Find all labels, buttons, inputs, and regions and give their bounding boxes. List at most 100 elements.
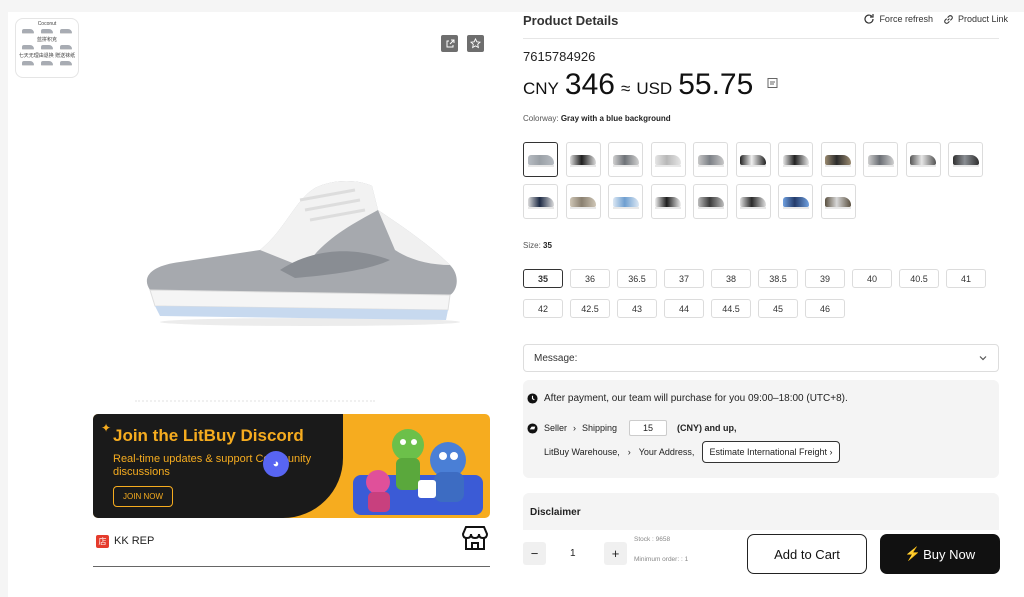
estimate-freight-button[interactable]: Estimate International Freight › [702,441,840,463]
product-id: 7615784926 [523,49,596,64]
approx-sign: ≈ [620,79,631,98]
shipping-value-field[interactable]: 15 [629,420,668,436]
size-option[interactable]: 46 [805,299,845,318]
header-divider [523,38,999,39]
size-option[interactable]: 38 [711,269,751,288]
colorway-swatch[interactable] [905,142,941,177]
colorway-swatch[interactable] [735,184,771,219]
chevron-right-icon: › [829,447,833,457]
colorway-shoe-thumbnail [612,196,639,209]
refresh-icon [864,14,875,24]
disclaimer-title[interactable]: Disclaimer [530,507,581,518]
chevron-right-icon: › [573,423,577,433]
size-option[interactable]: 40 [852,269,892,288]
colorway-swatch[interactable] [693,142,728,177]
colorway-shoe-thumbnail [867,154,894,167]
colorway-swatch[interactable] [523,184,558,219]
size-option[interactable]: 36.5 [617,269,657,288]
message-dropdown[interactable]: Message: [523,344,999,372]
route-row: LitBuy Warehouse, › Your Address, Estima… [544,441,840,463]
size-option[interactable]: 44.5 [711,299,751,318]
colorway-shoe-thumbnail [527,196,554,209]
colorway-shoe-thumbnail [740,154,766,167]
gallery-thumbnail[interactable]: Coconut 蓝拼积克 七天无理由退换 赠送袜纸 [15,18,79,78]
product-image [110,150,460,330]
minimum-order-text: Minimum order: : 1 [634,556,689,563]
banner-title: Join the LitBuy Discord [113,426,304,445]
colorway-shoe-thumbnail [825,154,851,167]
colorway-swatch[interactable] [820,142,856,177]
shop-badge: 店 [96,535,109,548]
chevron-down-icon [979,356,987,361]
estimate-freight-label: Estimate International Freight [709,447,827,457]
add-to-cart-button[interactable]: Add to Cart [747,534,867,574]
colorway-swatch[interactable] [523,142,558,177]
size-option[interactable]: 43 [617,299,657,318]
thumb-line2: 七天无理由退换 赠送袜纸 [18,53,76,59]
size-option[interactable]: 42 [523,299,563,318]
colorway-swatch[interactable] [863,142,898,177]
colorway-shoe-thumbnail [825,196,851,209]
size-option[interactable]: 42.5 [570,299,610,318]
colorway-swatch[interactable] [565,142,601,177]
size-option[interactable]: 40.5 [899,269,939,288]
colorway-swatch[interactable] [693,184,728,219]
quantity-minus-button[interactable]: − [523,542,546,565]
size-option[interactable]: 37 [664,269,704,288]
lightning-icon: ⚡ [904,546,922,561]
force-refresh-label: Force refresh [879,14,933,24]
shop-name[interactable]: KK REP [114,535,154,547]
colorway-swatch[interactable] [608,184,643,219]
shop-row[interactable]: 店 KK REP [93,526,490,567]
share-icon[interactable] [441,35,458,52]
star-icon[interactable] [467,35,484,52]
discord-banner[interactable]: ✦ Join the LitBuy Discord Real-time upda… [93,414,490,518]
size-label: Size: [523,241,541,250]
colorway-swatch[interactable] [948,142,983,177]
usd-label: USD [636,79,673,98]
size-option[interactable]: 35 [523,269,563,288]
size-option[interactable]: 38.5 [758,269,798,288]
size-option[interactable]: 36 [570,269,610,288]
disclaimer-box [523,493,999,533]
colorway-swatch[interactable] [650,184,686,219]
force-refresh-button[interactable]: Force refresh [863,13,933,25]
size-selected: Size: 35 [523,241,552,250]
chevron-right-icon: › [627,447,631,457]
notice-text: After payment, our team will purchase fo… [544,393,848,404]
colorway-shoe-thumbnail [782,196,809,209]
colorway-swatch[interactable] [650,142,686,177]
size-option[interactable]: 45 [758,299,798,318]
buy-now-button[interactable]: ⚡ Buy Now [880,534,1000,574]
colorway-shoe-thumbnail [952,154,979,167]
add-to-cart-label: Add to Cart [774,546,840,562]
colorway-swatch[interactable] [608,142,643,177]
join-now-button[interactable]: JOIN NOW [113,486,173,507]
colorway-swatch[interactable] [778,142,813,177]
colorway-shoe-thumbnail [655,196,681,209]
colorway-swatch[interactable] [735,142,771,177]
colorway-swatch[interactable] [820,184,856,219]
usd-price: 55.75 [678,68,754,101]
link-icon [944,14,953,24]
edit-icon[interactable] [767,76,779,94]
colorway-swatch[interactable] [778,184,813,219]
size-option[interactable]: 39 [805,269,845,288]
size-options: 35 36 36.5 37 38 38.5 39 40 40.5 41 42 42.5 43 44 44.5… [523,269,1003,318]
price: CNY 346 ≈ USD 55.75 [523,68,779,102]
store-icon[interactable] [460,524,490,557]
colorway-shoe-thumbnail [697,154,724,167]
size-option[interactable]: 41 [946,269,986,288]
mascots-illustration [353,429,483,515]
purchase-notice: After payment, our team will purchase fo… [527,393,848,404]
quantity-value[interactable]: 1 [570,548,576,559]
colorway-shoe-thumbnail [740,196,766,209]
sparkle-icon: ✦ [101,421,112,435]
product-link-button[interactable]: Product Link [943,14,1008,25]
thumb-line1: 蓝拼积克 [36,37,57,43]
warehouse-label: LitBuy Warehouse, [544,447,620,457]
size-option[interactable]: 44 [664,299,704,318]
colorway-swatch[interactable] [565,184,601,219]
top-actions: Force refresh Product Link [863,13,1008,25]
quantity-plus-button[interactable]: + [604,542,627,565]
